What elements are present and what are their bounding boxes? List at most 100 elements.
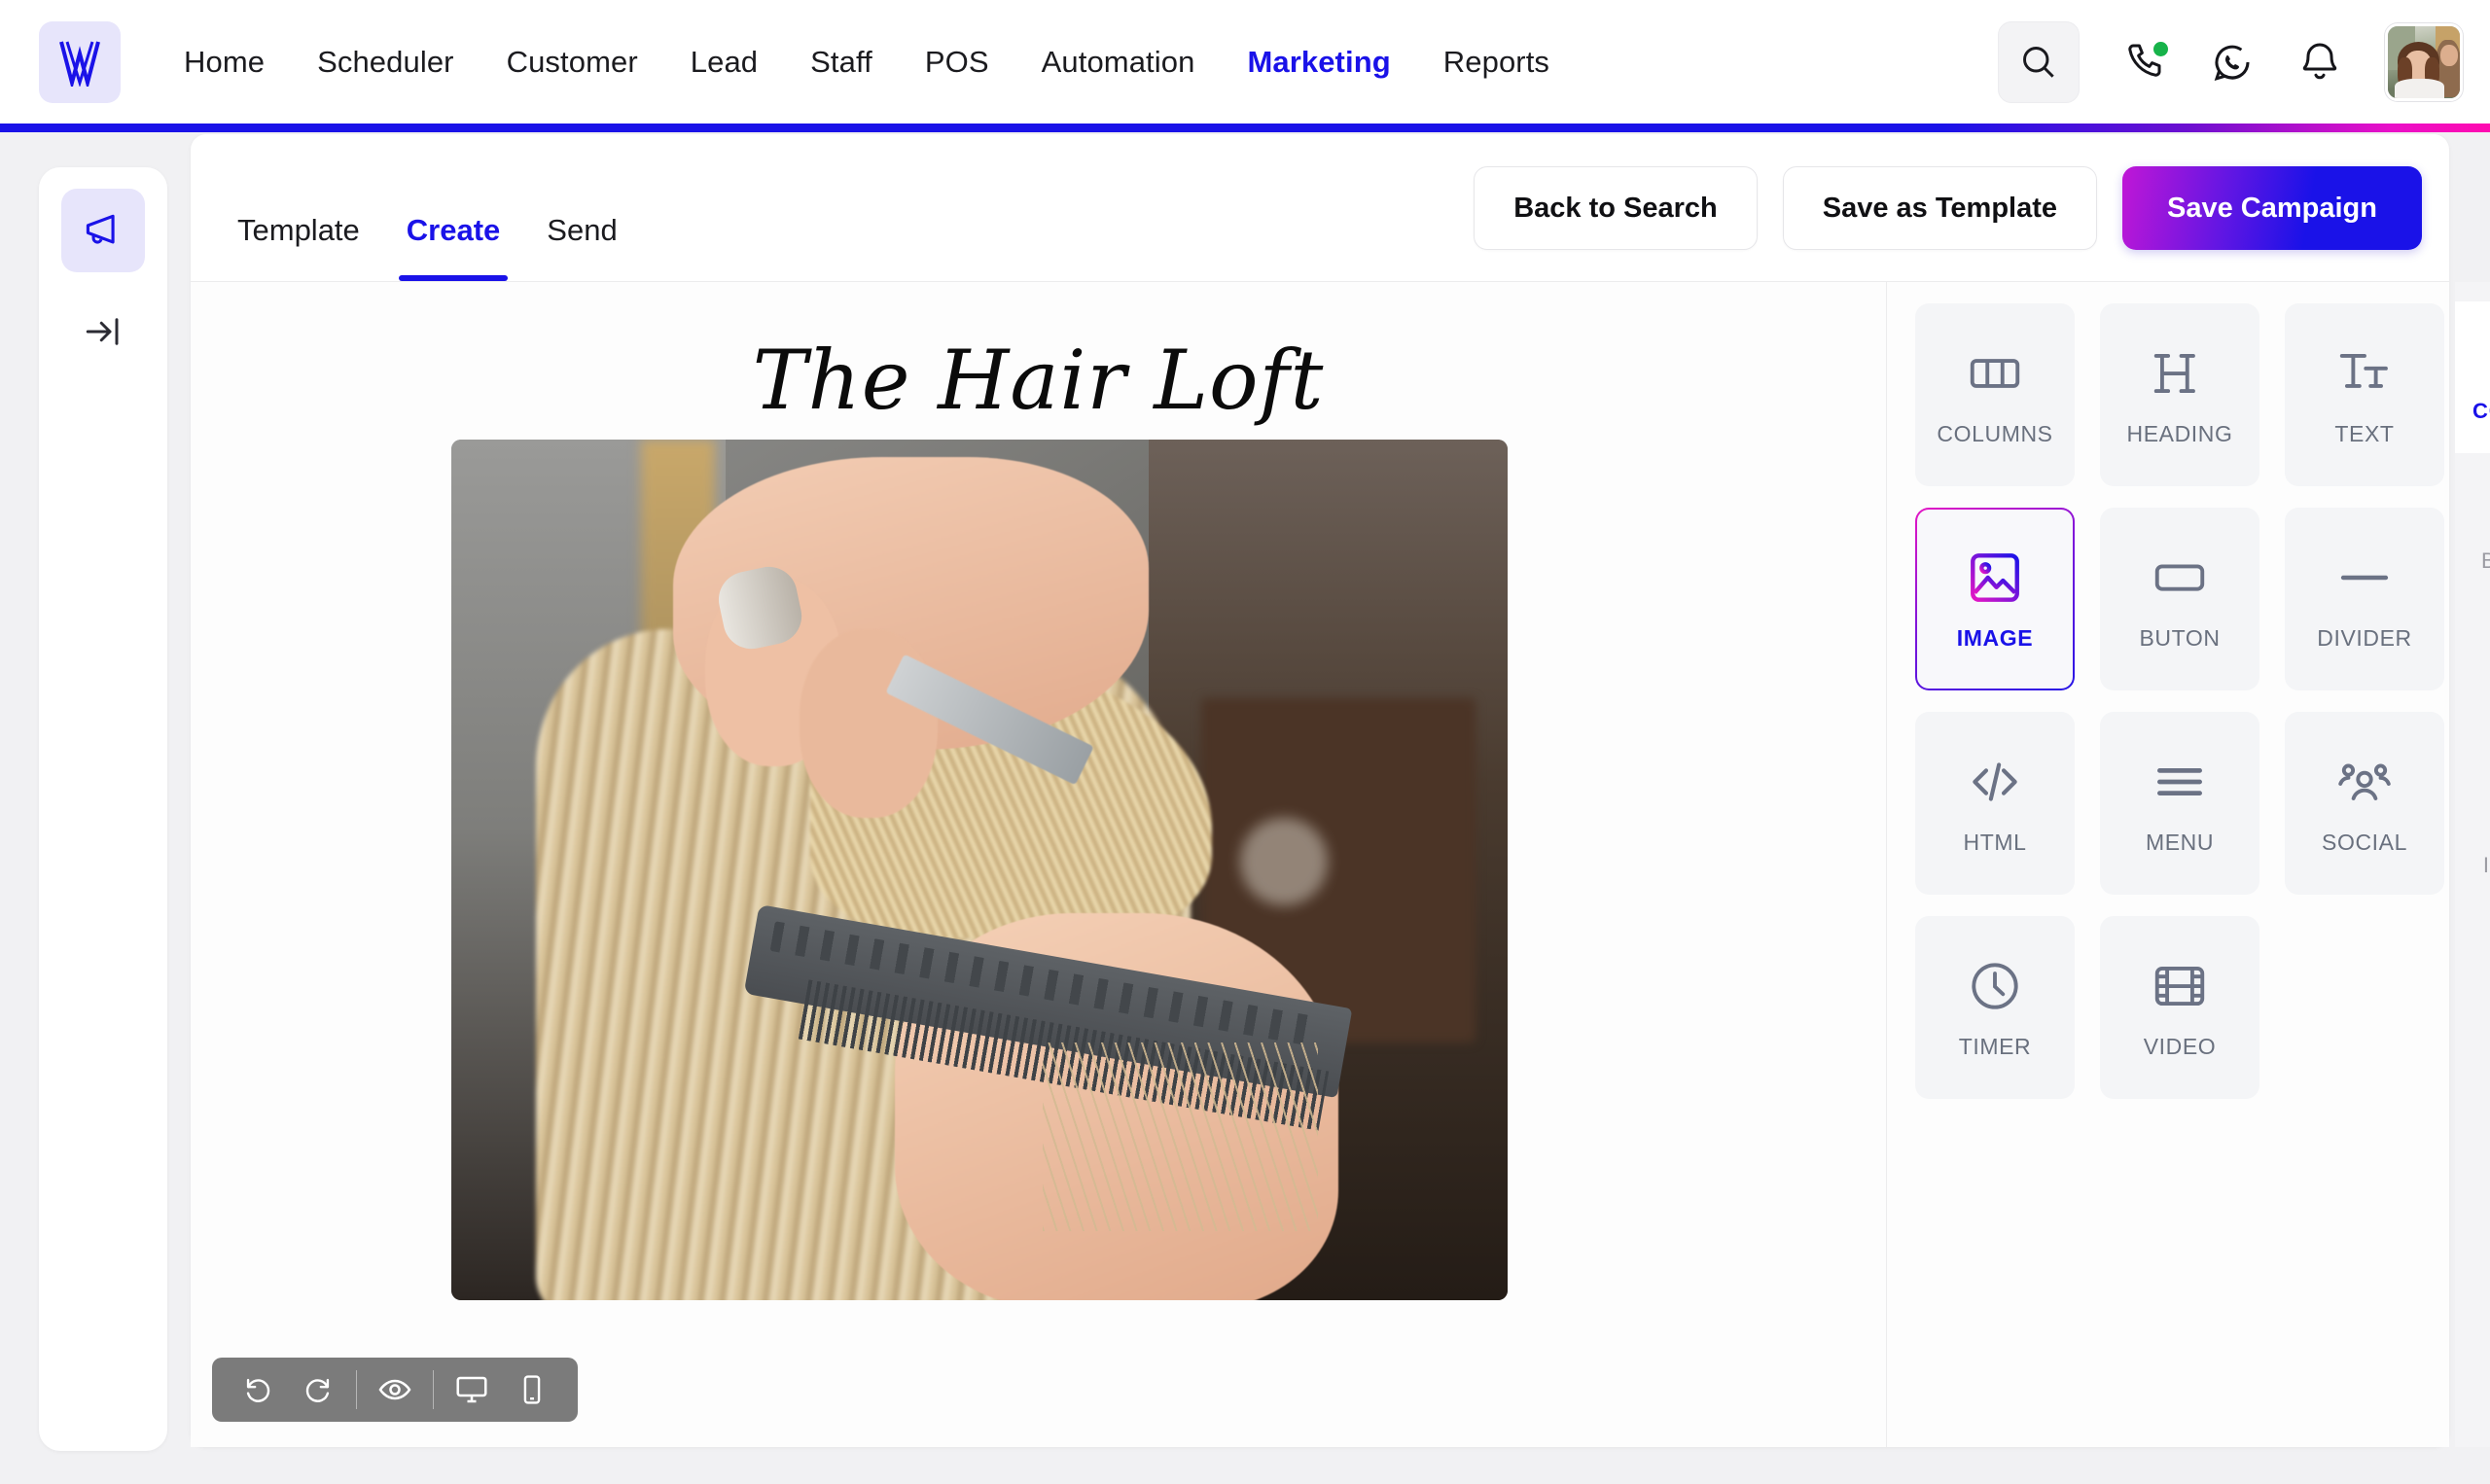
block-label: VIDEO: [2143, 1033, 2217, 1059]
block-divider[interactable]: DIVIDER: [2285, 508, 2444, 690]
block-heading[interactable]: HEADING: [2100, 303, 2259, 486]
sidebar-item-campaigns[interactable]: [61, 189, 145, 272]
content-panel-tabs: CONTENT BLOCKS: [2455, 282, 2490, 1447]
panel-tab-label: CONTENT: [2472, 399, 2490, 423]
bell-notification-icon: [2302, 43, 2337, 79]
phone-call-button[interactable]: [2112, 29, 2178, 95]
editor-tabs: Template Create Send: [214, 134, 641, 281]
back-to-search-button[interactable]: Back to Search: [1474, 166, 1758, 250]
editor-body: The Hair Loft COLUMNS HEADING TEXT IMAGE…: [191, 282, 2490, 1447]
panel-tab-label: IMAGES: [2482, 853, 2490, 877]
columns-icon: [1970, 358, 2020, 388]
desktop-view-icon: [456, 1376, 487, 1403]
editor-card: Template Create Send Back to Search Save…: [191, 134, 2490, 1447]
nav-item-lead[interactable]: Lead: [664, 35, 784, 89]
block-label: BUTON: [2139, 624, 2221, 651]
block-video[interactable]: VIDEO: [2100, 916, 2259, 1099]
preview-eye-icon: [378, 1379, 411, 1400]
sidebar-item-collapse[interactable]: [61, 290, 145, 373]
social-group-icon: [2338, 763, 2391, 800]
mobile-view-button[interactable]: [502, 1358, 562, 1422]
block-label: COLUMNS: [1937, 420, 2053, 446]
nav-item-customer[interactable]: Customer: [480, 35, 664, 89]
clock-icon: [1972, 962, 2018, 1009]
block-timer[interactable]: TIMER: [1915, 916, 2075, 1099]
content-panel: COLUMNS HEADING TEXT IMAGE BUTON DIVIDER…: [1887, 282, 2490, 1447]
nav-item-marketing[interactable]: Marketing: [1221, 35, 1416, 89]
user-avatar[interactable]: [2385, 22, 2463, 101]
block-label: DIVIDER: [2317, 624, 2412, 651]
save-campaign-button[interactable]: Save Campaign: [2122, 166, 2422, 250]
code-icon: [1973, 761, 2017, 801]
block-label: HTML: [1963, 829, 2027, 855]
whatsapp-icon: [2214, 45, 2250, 81]
online-status-dot: [2153, 41, 2168, 56]
block-menu[interactable]: MENU: [2100, 712, 2259, 895]
block-label: SOCIAL: [2322, 829, 2407, 855]
search-button[interactable]: [1998, 20, 2080, 103]
panel-tab-body[interactable]: BODY: [2455, 605, 2490, 757]
heading-icon: [2153, 353, 2195, 393]
toolbar-divider: [356, 1370, 357, 1409]
nav-links: Home Scheduler Customer Lead Staff POS A…: [158, 35, 1998, 89]
nav-item-staff[interactable]: Staff: [784, 35, 899, 89]
block-label: IMAGE: [1956, 624, 2034, 651]
tab-template[interactable]: Template: [214, 213, 383, 281]
menu-icon: [2157, 767, 2202, 795]
email-canvas[interactable]: The Hair Loft: [191, 282, 1887, 1447]
whatsapp-button[interactable]: [2199, 29, 2265, 95]
video-film-icon: [2154, 966, 2205, 1006]
panel-tab-images[interactable]: IMAGES: [2455, 757, 2490, 908]
block-html[interactable]: HTML: [1915, 712, 2075, 895]
panel-tab-content[interactable]: CONTENT: [2455, 301, 2490, 453]
editor-header: Template Create Send Back to Search Save…: [191, 134, 2449, 282]
divider-icon: [2340, 575, 2389, 580]
save-as-template-button[interactable]: Save as Template: [1782, 166, 2098, 250]
block-text[interactable]: TEXT: [2285, 303, 2444, 486]
nav-item-home[interactable]: Home: [158, 35, 291, 89]
content-block-grid: COLUMNS HEADING TEXT IMAGE BUTON DIVIDER…: [1887, 282, 2455, 1447]
megaphone-icon: [86, 214, 115, 244]
panel-tab-blocks[interactable]: BLOCKS: [2455, 453, 2490, 605]
top-navigation-bar: Home Scheduler Customer Lead Staff POS A…: [0, 0, 2490, 124]
accent-gradient-bar: [0, 124, 2490, 132]
undo-button[interactable]: [228, 1358, 288, 1422]
block-label: MENU: [2145, 829, 2215, 855]
preview-button[interactable]: [365, 1358, 425, 1422]
collapse-panel-icon: [86, 318, 119, 345]
block-columns[interactable]: COLUMNS: [1915, 303, 2075, 486]
email-heading-block[interactable]: The Hair Loft: [191, 333, 1886, 428]
block-label: HEADING: [2126, 420, 2233, 446]
redo-icon: [305, 1378, 330, 1402]
canvas-edit-toolbar: [212, 1358, 578, 1422]
panel-tab-label: BLOCKS: [2480, 548, 2490, 573]
redo-button[interactable]: [288, 1358, 348, 1422]
mobile-view-icon: [523, 1375, 541, 1404]
nav-item-automation[interactable]: Automation: [1015, 35, 1222, 89]
notifications-button[interactable]: [2287, 29, 2353, 95]
email-image-block[interactable]: [451, 440, 1508, 1300]
avatar-shirt: [2395, 79, 2444, 98]
nav-item-reports[interactable]: Reports: [1417, 35, 1576, 89]
image-loose-strands: [1043, 1042, 1318, 1232]
left-sidebar: [39, 167, 167, 1451]
undo-icon: [246, 1378, 270, 1402]
image-icon: [1971, 552, 2019, 602]
block-label: TEXT: [2334, 420, 2395, 446]
toolbar-divider-2: [433, 1370, 434, 1409]
block-image[interactable]: IMAGE: [1915, 508, 2075, 690]
desktop-view-button[interactable]: [442, 1358, 502, 1422]
block-label: TIMER: [1958, 1033, 2032, 1059]
tab-send[interactable]: Send: [523, 213, 640, 281]
tab-create[interactable]: Create: [383, 213, 524, 281]
avatar-person-secondary-face: [2440, 44, 2458, 66]
w-logo-icon: [59, 40, 100, 87]
nav-item-pos[interactable]: POS: [899, 35, 1015, 89]
block-social[interactable]: SOCIAL: [2285, 712, 2444, 895]
button-icon: [2154, 563, 2205, 591]
app-logo[interactable]: [39, 20, 121, 103]
nav-item-scheduler[interactable]: Scheduler: [291, 35, 480, 89]
search-icon: [2023, 46, 2054, 78]
block-button[interactable]: BUTON: [2100, 508, 2259, 690]
image-finger-two: [800, 628, 938, 819]
